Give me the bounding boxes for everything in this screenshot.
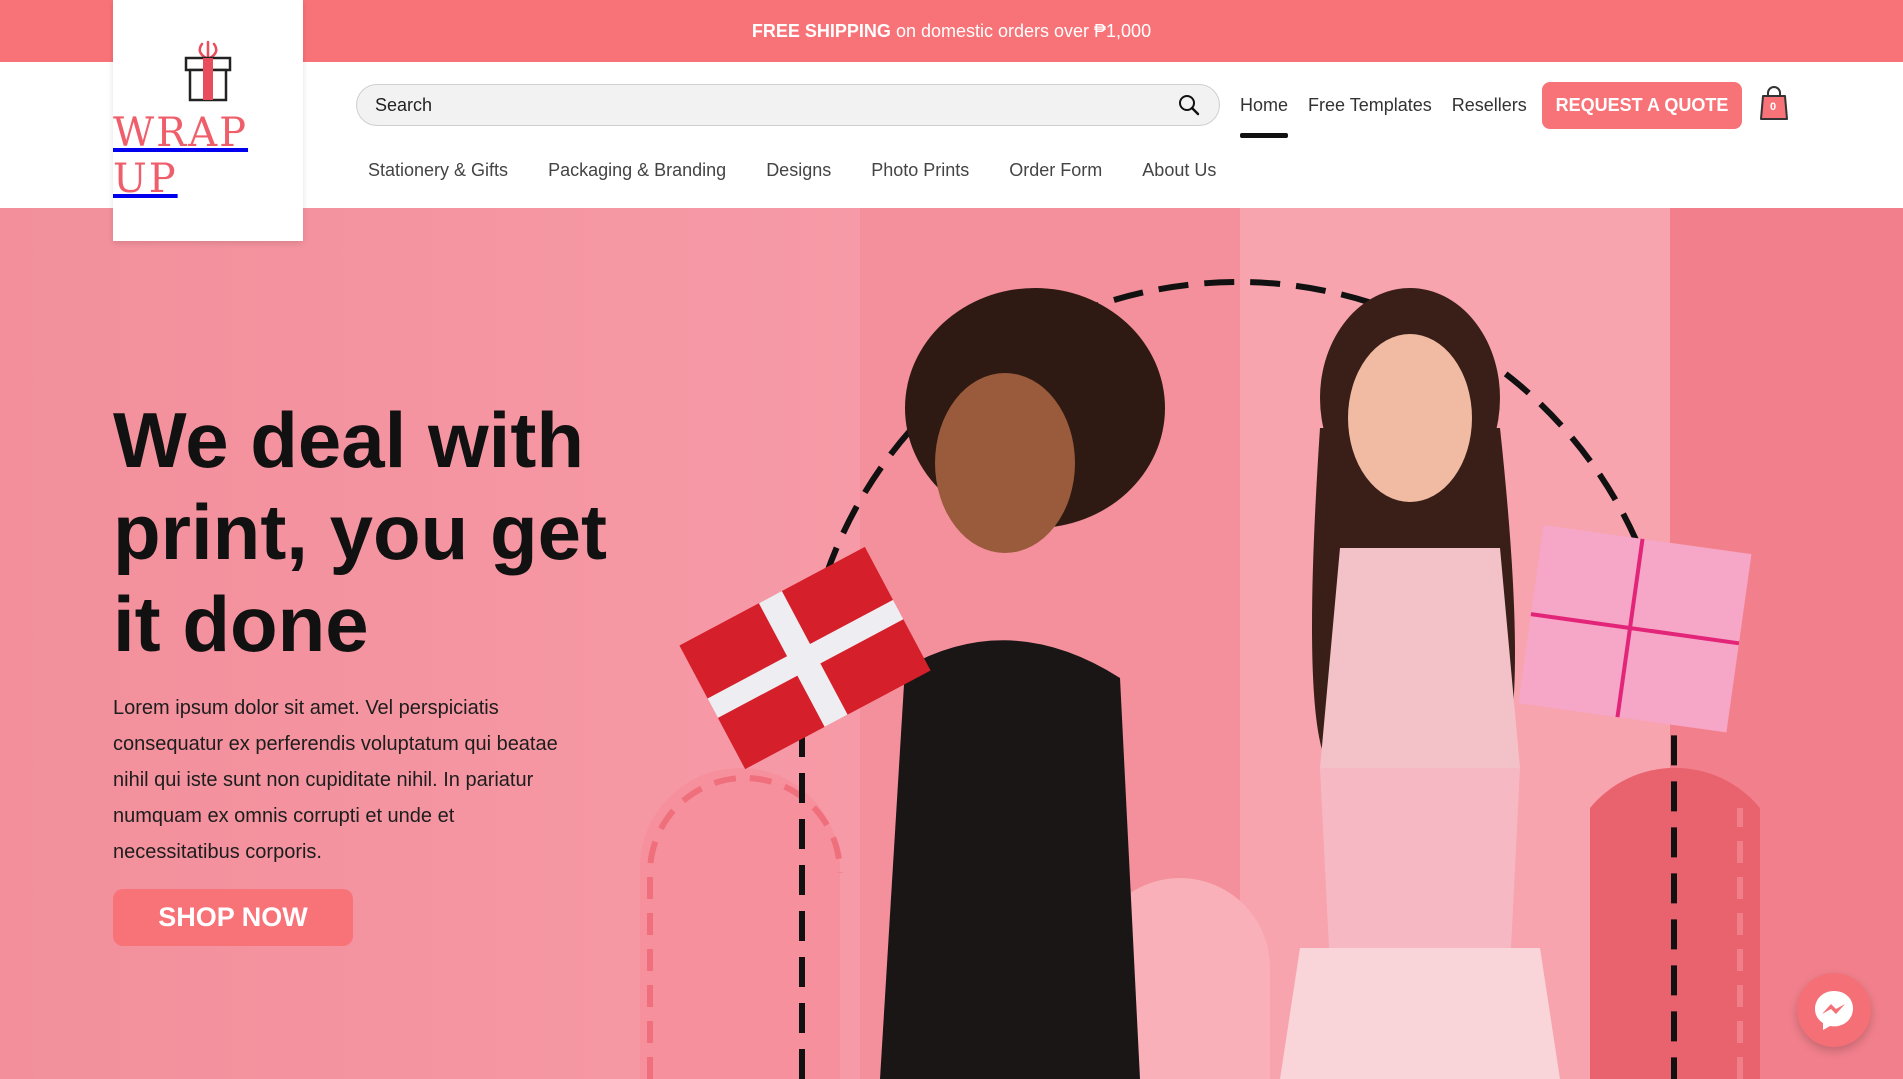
- nav-photo-prints[interactable]: Photo Prints: [871, 160, 969, 181]
- cart-button[interactable]: 0: [1760, 86, 1790, 122]
- search-input[interactable]: [375, 94, 1177, 116]
- search-icon[interactable]: [1177, 93, 1201, 117]
- main-nav: Stationery & Gifts Packaging & Branding …: [368, 160, 1216, 181]
- cart-count: 0: [1769, 101, 1777, 113]
- nav-home[interactable]: Home: [1240, 95, 1289, 138]
- nav-packaging-branding[interactable]: Packaging & Branding: [548, 160, 726, 181]
- hero-section: We deal with print, you get it done Lore…: [0, 208, 1903, 1079]
- top-nav: Home Free Templates Resellers: [1240, 84, 1527, 138]
- nav-order-form[interactable]: Order Form: [1009, 160, 1102, 181]
- request-quote-button[interactable]: REQUEST A QUOTE: [1542, 82, 1742, 129]
- logo-wordmark: WRAP UP: [113, 109, 249, 202]
- messenger-chat-button[interactable]: [1797, 973, 1871, 1047]
- messenger-icon: [1815, 991, 1853, 1030]
- nav-free-templates[interactable]: Free Templates: [1308, 95, 1432, 116]
- gift-box-icon: [184, 40, 232, 101]
- shop-now-button[interactable]: SHOP NOW: [113, 889, 353, 946]
- nav-designs[interactable]: Designs: [766, 160, 831, 181]
- hero-headline: We deal with print, you get it done: [113, 396, 607, 668]
- nav-resellers[interactable]: Resellers: [1452, 95, 1527, 116]
- promo-text: FREE SHIPPING on domestic orders over ₱1…: [751, 20, 1152, 41]
- logo[interactable]: WRAP UP: [113, 0, 303, 241]
- nav-stationery-gifts[interactable]: Stationery & Gifts: [368, 160, 508, 181]
- hero-description: Lorem ipsum dolor sit amet. Vel perspici…: [113, 697, 558, 863]
- search-bar[interactable]: [356, 84, 1220, 126]
- nav-about-us[interactable]: About Us: [1142, 160, 1216, 181]
